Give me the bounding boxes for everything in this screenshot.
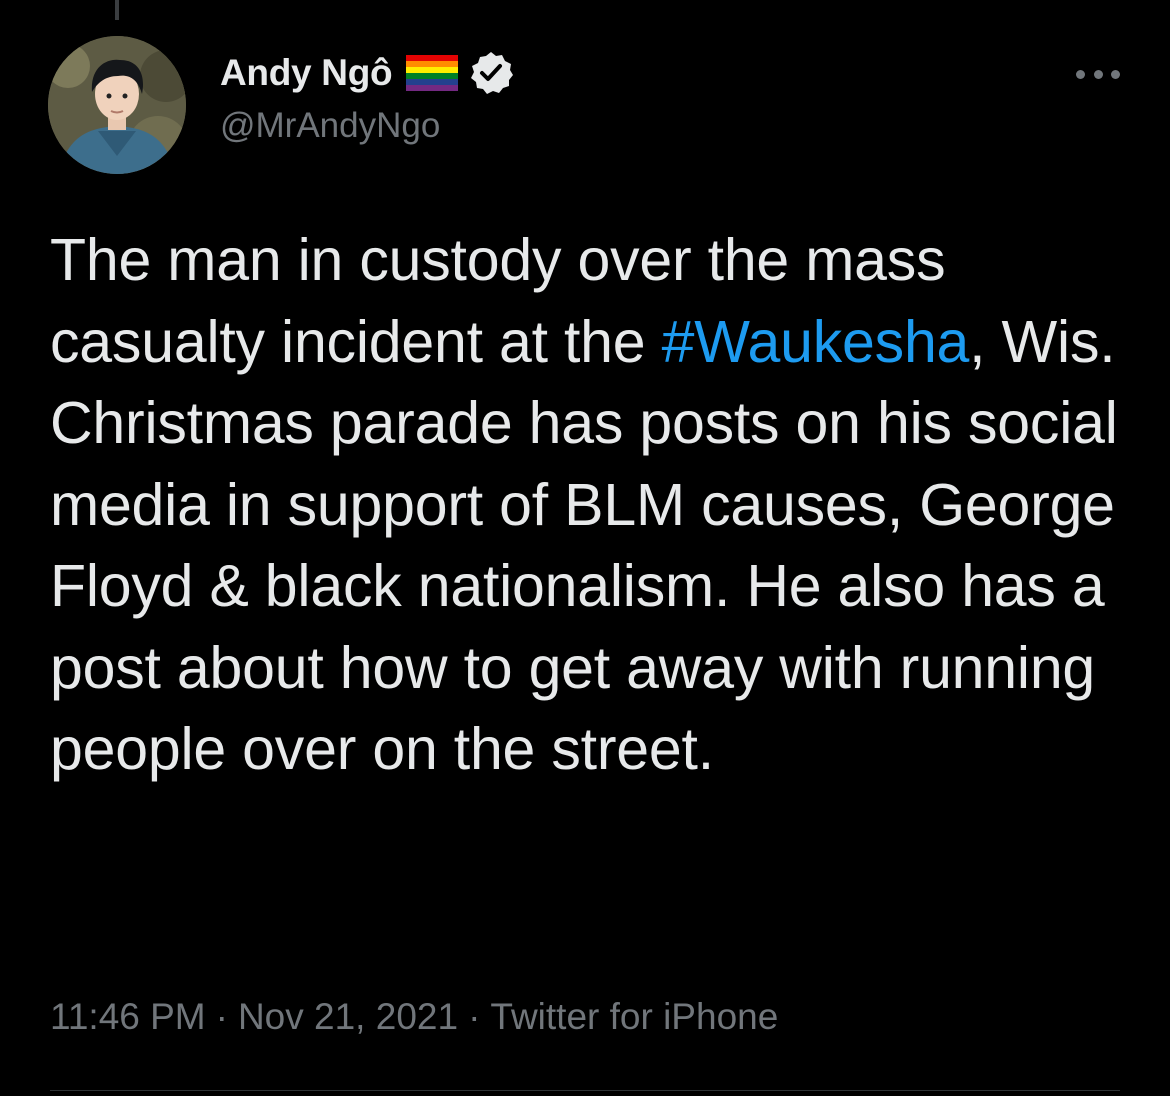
meta-separator: ·: [215, 996, 228, 1037]
avatar-image: [48, 36, 186, 174]
rainbow-flag-icon: [406, 55, 459, 91]
author-handle[interactable]: @MrAndyNgo: [220, 106, 514, 146]
avatar[interactable]: [48, 36, 186, 174]
more-options-button[interactable]: [1076, 62, 1120, 86]
hashtag-link[interactable]: #Waukesha: [662, 309, 970, 375]
author-display-name[interactable]: Andy Ngô: [220, 52, 393, 94]
divider: [50, 1090, 1120, 1091]
meta-separator: ·: [468, 996, 481, 1037]
tweet-date[interactable]: Nov 21, 2021: [238, 996, 458, 1037]
more-horizontal-icon: [1111, 69, 1120, 79]
verified-badge-icon: [468, 50, 514, 96]
author-name-row: Andy Ngô: [220, 50, 514, 96]
tweet-time[interactable]: 11:46 PM: [50, 996, 206, 1037]
tweet-text-end: , Wis. Christmas parade has posts on his…: [50, 308, 1118, 783]
more-horizontal-icon: [1093, 69, 1103, 79]
tweet-body: The man in custody over the mass casualt…: [50, 220, 1130, 791]
thread-connector-line: [115, 0, 119, 20]
more-horizontal-icon: [1076, 69, 1085, 79]
tweet-source[interactable]: Twitter for iPhone: [490, 996, 778, 1037]
tweet-header: Andy Ngô @MrAndyNgo: [220, 50, 514, 146]
tweet-metadata: 11:46 PM · Nov 21, 2021 · Twitter for iPhone: [50, 996, 778, 1038]
